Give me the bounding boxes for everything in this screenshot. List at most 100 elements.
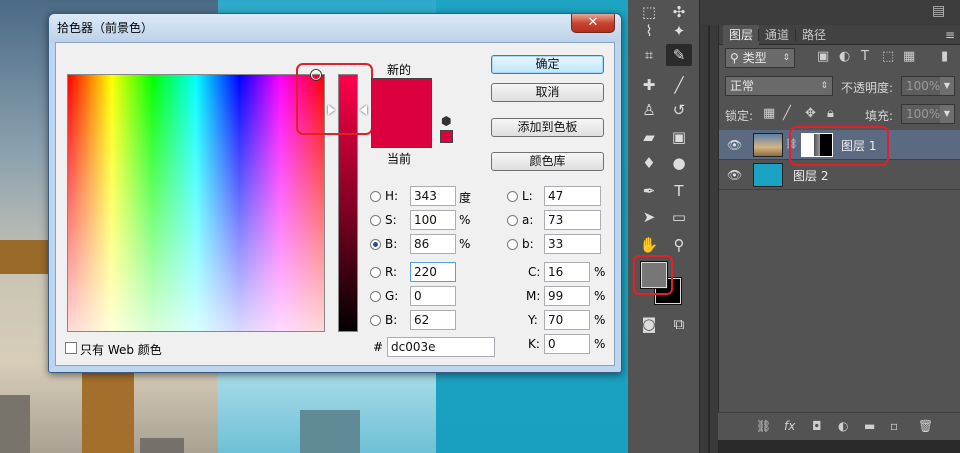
tab-layers[interactable]: 图层: [723, 25, 760, 45]
fx-icon[interactable]: fx: [784, 419, 795, 433]
saturation-input[interactable]: 100: [410, 210, 456, 230]
green-input[interactable]: 0: [410, 286, 456, 306]
only-web-colors-label: 只有 Web 颜色: [80, 343, 162, 357]
clone-stamp-icon[interactable]: ♙: [636, 99, 662, 121]
lock-all-icon[interactable]: 🔒︎: [827, 106, 834, 121]
radio-lab-a[interactable]: [507, 215, 518, 226]
annotation-highlight-slider: [296, 63, 373, 135]
visibility-eye-icon[interactable]: 👁︎: [727, 168, 742, 182]
adjustment-icon[interactable]: ◐: [838, 419, 848, 433]
chevron-down-icon[interactable]: ▼: [940, 77, 954, 95]
panel-tabs: 图层 通道 路径 ≡: [719, 25, 960, 45]
crop-icon[interactable]: ⌗: [636, 44, 662, 66]
radio-saturation[interactable]: [370, 215, 381, 226]
lock-position-icon[interactable]: ✥: [805, 106, 816, 121]
hex-input[interactable]: dc003e: [387, 337, 495, 357]
lock-transparent-icon[interactable]: ▦: [763, 106, 775, 121]
magic-wand-icon[interactable]: ✦: [666, 20, 692, 42]
filter-type-icon[interactable]: T: [861, 49, 869, 64]
layer-name[interactable]: 图层 2: [793, 167, 828, 184]
panel-options-icon[interactable]: ▤: [932, 3, 945, 19]
pen-icon[interactable]: ✒: [636, 180, 662, 202]
cancel-button[interactable]: 取消: [491, 83, 604, 102]
current-color-swatch[interactable]: [371, 116, 432, 148]
lab-l-label: L:: [522, 189, 533, 203]
brush-icon[interactable]: ╱: [666, 74, 692, 96]
color-field[interactable]: [67, 70, 325, 332]
black-unit: %: [594, 337, 606, 351]
dialog-titlebar[interactable]: 拾色器（前景色）: [49, 14, 621, 42]
cyan-input[interactable]: 16: [544, 262, 590, 282]
filter-toggle-icon[interactable]: ▮: [941, 49, 948, 64]
polygonal-lasso-icon[interactable]: ⌇: [636, 20, 662, 42]
mask-icon[interactable]: ◘: [812, 419, 822, 433]
filter-pixel-icon[interactable]: ▣: [817, 49, 829, 64]
filter-kind-select[interactable]: ⚲ 类型 ⇕: [725, 48, 795, 68]
filter-smart-object-icon[interactable]: ▦: [903, 49, 915, 64]
yellow-input[interactable]: 70: [544, 310, 590, 330]
filter-shape-icon[interactable]: ⬚: [882, 49, 894, 64]
group-icon[interactable]: ▬: [864, 419, 875, 433]
out-of-web-gamut-cube-icon[interactable]: ⬢: [441, 114, 451, 128]
web-safe-swatch[interactable]: [440, 130, 453, 143]
add-to-swatches-button[interactable]: 添加到色板: [491, 118, 604, 137]
blur-icon[interactable]: ♦: [636, 152, 662, 174]
history-brush-icon[interactable]: ↺: [666, 99, 692, 121]
link-icon[interactable]: ⛓︎: [756, 419, 771, 433]
filter-adjustment-icon[interactable]: ◐: [839, 49, 850, 64]
lab-b-label: b:: [522, 237, 534, 251]
fill-input[interactable]: 100% ▼: [901, 104, 955, 124]
panel-menu-icon[interactable]: ≡: [945, 28, 955, 42]
chevron-updown-icon: ⇕: [782, 53, 790, 63]
lab-b-input[interactable]: 33: [544, 234, 601, 254]
healing-brush-icon[interactable]: ✚: [636, 74, 662, 96]
lock-label: 锁定:: [725, 109, 754, 123]
quick-mask-icon[interactable]: ◙: [636, 313, 662, 335]
chevron-down-icon[interactable]: ▼: [940, 105, 954, 123]
magenta-input[interactable]: 99: [544, 286, 590, 306]
radio-brightness[interactable]: [370, 239, 381, 250]
hand-icon[interactable]: ✋: [636, 234, 662, 256]
eraser-icon[interactable]: ▰: [636, 126, 662, 148]
tab-channels[interactable]: 通道: [759, 25, 795, 45]
canvas-bridge-structure: [0, 240, 48, 274]
black-input[interactable]: 0: [544, 334, 590, 354]
radio-green[interactable]: [370, 291, 381, 302]
brightness-input[interactable]: 86: [410, 234, 456, 254]
canvas-building: [0, 395, 30, 453]
radio-blue[interactable]: [370, 315, 381, 326]
blue-input[interactable]: 62: [410, 310, 456, 330]
type-icon[interactable]: T: [666, 180, 692, 202]
rectangle-icon[interactable]: ▭: [666, 206, 692, 228]
ok-button[interactable]: 确定: [491, 55, 604, 74]
hue-input[interactable]: 343: [410, 186, 456, 206]
new-color-swatch: [371, 78, 432, 116]
zoom-icon[interactable]: ⚲: [666, 234, 692, 256]
tools-panel: ⬚ ✣ ⌇ ✦ ⌗ ✎ ✚ ╱ ♙ ↺ ▰ ▣ ♦ ● ✒ T ➤ ▭ ✋ ⚲ …: [628, 0, 700, 453]
lock-image-icon[interactable]: ╱: [783, 106, 791, 121]
dodge-icon[interactable]: ●: [666, 152, 692, 174]
lab-l-input[interactable]: 47: [544, 186, 601, 206]
trash-icon[interactable]: 🗑︎: [918, 419, 933, 433]
path-selection-icon[interactable]: ➤: [636, 206, 662, 228]
gradient-icon[interactable]: ▣: [666, 126, 692, 148]
red-label: R:: [385, 265, 398, 279]
opacity-input[interactable]: 100% ▼: [901, 76, 955, 96]
eyedropper-icon[interactable]: ✎: [666, 44, 692, 66]
tab-paths[interactable]: 路径: [796, 25, 832, 45]
blend-mode-select[interactable]: 正常 ⇕: [725, 76, 833, 96]
radio-lab-b[interactable]: [507, 239, 518, 250]
visibility-eye-icon[interactable]: 👁︎: [727, 138, 742, 152]
radio-lightness[interactable]: [507, 191, 518, 202]
color-libraries-button[interactable]: 颜色库: [491, 152, 604, 171]
radio-hue[interactable]: [370, 191, 381, 202]
lab-a-input[interactable]: 73: [544, 210, 601, 230]
filter-kind-value: 类型: [742, 51, 767, 65]
new-layer-icon[interactable]: ▫: [890, 419, 898, 433]
fill-label: 填充:: [865, 109, 894, 123]
radio-red[interactable]: [370, 267, 381, 278]
close-button[interactable]: ✕: [571, 14, 615, 33]
screen-mode-icon[interactable]: ⧉: [666, 313, 692, 335]
red-input[interactable]: 220: [410, 262, 456, 282]
only-web-colors-checkbox[interactable]: [65, 342, 77, 354]
